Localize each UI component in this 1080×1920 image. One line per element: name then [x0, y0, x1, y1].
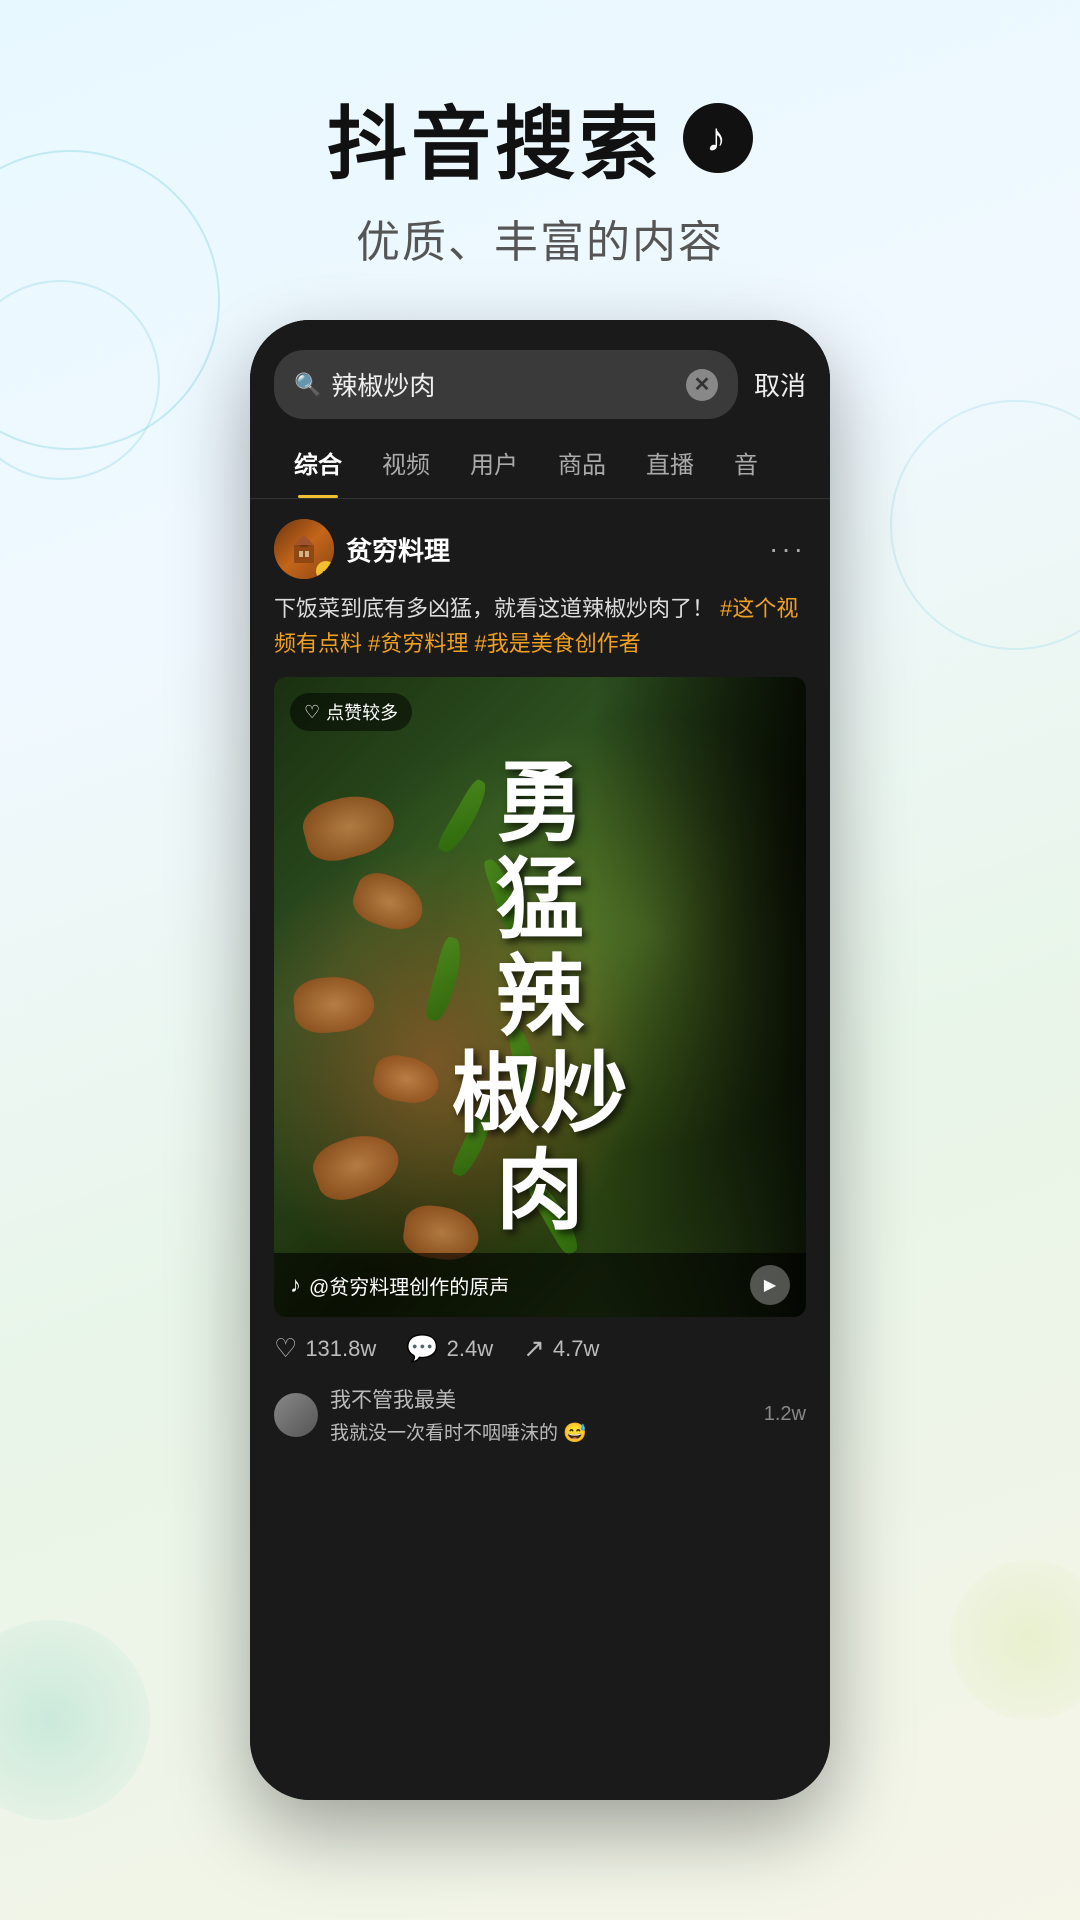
comment-body: 我就没一次看时不咽唾沫的 😅 [330, 1418, 752, 1445]
video-overlay-text: 勇猛辣椒炒肉 [452, 755, 628, 1239]
video-text-overlay: 勇猛辣椒炒肉 [274, 677, 806, 1317]
bg-blob-left [0, 1620, 150, 1820]
more-options-icon[interactable]: ··· [769, 533, 806, 565]
search-query-text: 辣椒炒肉 [331, 366, 676, 403]
search-bar-area: 🔍 辣椒炒肉 ✕ 取消 [250, 320, 830, 419]
subtitle-text: 优质、丰富的内容 [0, 206, 1080, 270]
tiktok-logo-symbol: ♪ [706, 116, 730, 161]
video-thumbnail[interactable]: ♡ 点赞较多 勇猛辣椒炒肉 ♪ @贫穷料理创作的原声 [274, 677, 806, 1317]
verified-badge: ✓ [316, 561, 334, 579]
tab-直播[interactable]: 直播 [626, 427, 714, 498]
app-title: 抖音搜索 ♪ [0, 80, 1080, 196]
commenter-avatar [274, 1393, 318, 1437]
engagement-bar: ♡ 131.8w 💬 2.4w ↗ 4.7w [274, 1317, 806, 1372]
search-input-box[interactable]: 🔍 辣椒炒肉 ✕ [274, 350, 738, 419]
cancel-search-button[interactable]: 取消 [754, 366, 806, 403]
bg-decoration-circle-3 [890, 400, 1080, 650]
shares-item[interactable]: ↗ 4.7w [523, 1333, 599, 1364]
phone-screen: 🔍 辣椒炒肉 ✕ 取消 综合 视频 用户 商品 直播 音 [250, 320, 830, 1800]
comments-count: 2.4w [447, 1336, 493, 1362]
tab-用户[interactable]: 用户 [450, 427, 538, 498]
comment-count-right: 1.2w [764, 1403, 806, 1426]
search-icon: 🔍 [294, 372, 321, 398]
comment-content: 我不管我最美 我就没一次看时不咽唾沫的 😅 [330, 1384, 752, 1445]
tab-音[interactable]: 音 [714, 427, 778, 498]
post-body: 下饭菜到底有多凶猛，就看这道辣椒炒肉了！ [274, 596, 714, 621]
phone-frame: 🔍 辣椒炒肉 ✕ 取消 综合 视频 用户 商品 直播 音 [250, 320, 830, 1800]
shares-count: 4.7w [553, 1336, 599, 1362]
commenter-name: 我不管我最美 [330, 1384, 752, 1414]
heart-icon: ♡ [274, 1333, 297, 1364]
share-icon: ↗ [523, 1333, 545, 1364]
likes-count: 131.8w [305, 1336, 376, 1362]
author-info: ✓ 贫穷料理 [274, 519, 450, 579]
tab-综合[interactable]: 综合 [274, 427, 362, 498]
likes-item[interactable]: ♡ 131.8w [274, 1333, 376, 1364]
avatar-icon [286, 531, 322, 567]
content-area: ✓ 贫穷料理 ··· 下饭菜到底有多凶猛，就看这道辣椒炒肉了！ #这个视频有点料… [250, 499, 830, 1477]
bg-blob-right [950, 1560, 1080, 1720]
avatar: ✓ [274, 519, 334, 579]
tiktok-logo-icon: ♪ [683, 103, 753, 173]
author-name: 贫穷料理 [346, 531, 450, 568]
tab-商品[interactable]: 商品 [538, 427, 626, 498]
tabs-area: 综合 视频 用户 商品 直播 音 [250, 427, 830, 499]
clear-search-button[interactable]: ✕ [686, 369, 718, 401]
comment-preview-row: 我不管我最美 我就没一次看时不咽唾沫的 😅 1.2w [274, 1372, 806, 1457]
author-row: ✓ 贫穷料理 ··· [274, 519, 806, 579]
title-text: 抖音搜索 [327, 80, 663, 196]
tab-视频[interactable]: 视频 [362, 427, 450, 498]
comments-item[interactable]: 💬 2.4w [406, 1333, 493, 1364]
header-area: 抖音搜索 ♪ 优质、丰富的内容 [0, 0, 1080, 300]
comment-icon: 💬 [406, 1333, 438, 1364]
phone-container: 🔍 辣椒炒肉 ✕ 取消 综合 视频 用户 商品 直播 音 [250, 320, 830, 1800]
post-text: 下饭菜到底有多凶猛，就看这道辣椒炒肉了！ #这个视频有点料 #贫穷料理 #我是美… [274, 591, 806, 661]
